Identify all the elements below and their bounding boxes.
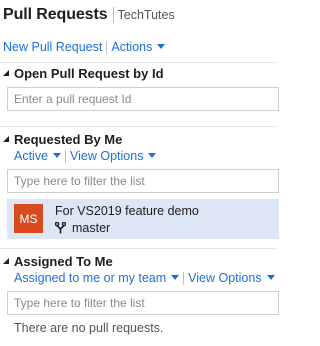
view-options-label: View Options [70,149,144,163]
actions-dropdown[interactable]: Actions [111,40,166,54]
assigned-filters: Assigned to me or my team View Options [14,270,275,286]
collapse-triangle-icon [3,70,9,76]
pull-requests-panel: Pull Requests TechTutes New Pull Request… [0,0,279,346]
assigned-to-me-header[interactable]: Assigned To Me [2,252,113,270]
status-filter-dropdown[interactable]: Active [14,149,62,163]
pull-request-title: For VS2019 feature demo [55,204,199,218]
assigned-filter-input[interactable] [7,291,279,315]
panel-header: Pull Requests TechTutes [0,0,277,30]
empty-state-message: There are no pull requests. [14,321,164,335]
pull-request-item[interactable]: MS For VS2019 feature demo master [7,199,279,239]
project-name: TechTutes [117,8,175,22]
pull-request-id-input[interactable] [7,87,279,111]
view-options-label: View Options [188,271,262,285]
assignment-scope-label: Assigned to me or my team [14,271,167,285]
requested-filters: Active View Options [14,148,157,164]
chevron-down-icon [148,153,157,159]
status-filter-label: Active [14,149,49,163]
pull-request-branch: master [55,221,110,235]
chevron-down-icon [266,275,275,281]
view-options-dropdown[interactable]: View Options [188,271,275,285]
view-options-dropdown[interactable]: View Options [70,149,157,163]
chevron-down-icon [53,153,62,159]
actions-label: Actions [111,40,153,54]
section-divider [0,126,277,127]
requested-filter-input[interactable] [7,169,279,193]
avatar: MS [14,204,43,233]
open-by-id-heading: Open Pull Request by Id [14,65,164,81]
chevron-down-icon [157,44,166,50]
collapse-triangle-icon [3,258,9,264]
new-pull-request-link[interactable]: New Pull Request [3,40,102,54]
assignment-scope-dropdown[interactable]: Assigned to me or my team [14,271,180,285]
branch-name: master [72,221,111,235]
filter-separator [183,271,185,285]
collapse-triangle-icon [3,136,9,142]
requested-by-me-heading: Requested By Me [14,131,123,147]
toolbar-separator [106,40,108,54]
section-divider [0,248,277,249]
header-separator [112,7,114,23]
chevron-down-icon [171,275,180,281]
section-divider [0,62,277,63]
branch-icon [55,222,66,234]
open-by-id-header[interactable]: Open Pull Request by Id [2,64,164,82]
filter-separator [65,149,67,163]
page-title: Pull Requests [3,6,108,23]
toolbar: New Pull Request Actions [3,38,166,56]
assigned-to-me-heading: Assigned To Me [14,253,113,269]
requested-by-me-header[interactable]: Requested By Me [2,130,122,148]
